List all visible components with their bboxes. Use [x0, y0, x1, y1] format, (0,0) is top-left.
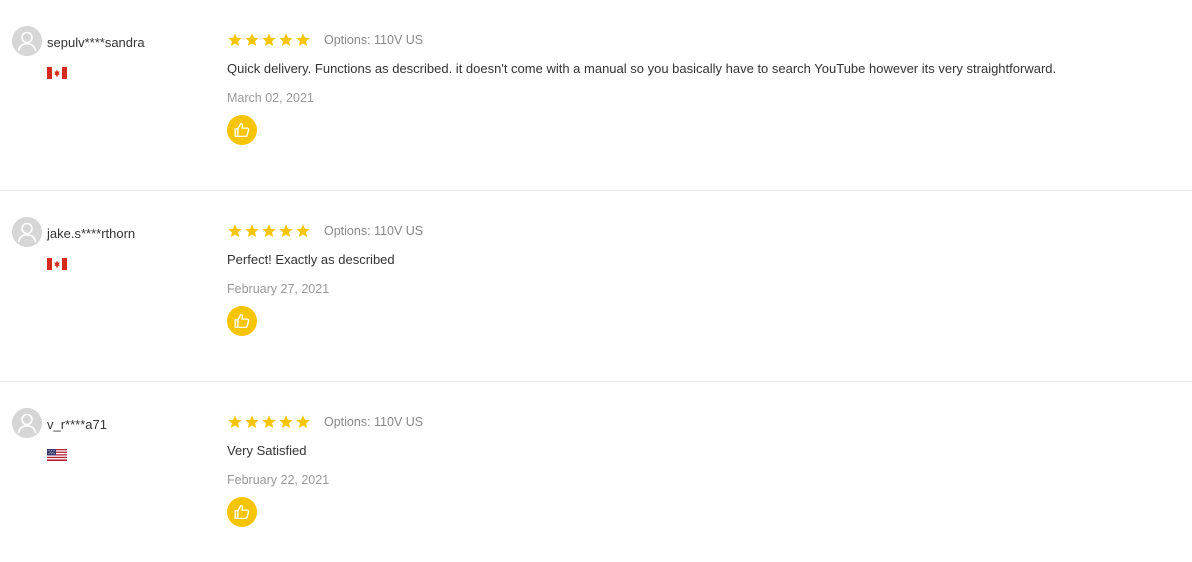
- star-rating: [227, 32, 311, 48]
- review-date: February 27, 2021: [227, 282, 330, 296]
- review-comment: Perfect! Exactly as described: [227, 252, 395, 267]
- review-item: sepulv****sandra Options: 110V US Quick: [0, 0, 1192, 191]
- star-icon: [279, 33, 293, 46]
- canada-flag-icon: [47, 67, 67, 79]
- reviewer-name: sepulv****sandra: [47, 35, 145, 50]
- review-item: jake.s****rthorn Options: 110V US Perfec…: [0, 191, 1192, 382]
- review-date: March 02, 2021: [227, 91, 314, 105]
- reviews-list: sepulv****sandra Options: 110V US Quick: [0, 0, 1192, 562]
- review-item: v_r****a71 Options: 110V US Very Satisfi…: [0, 382, 1192, 562]
- rating-row: Options: 110V US: [227, 31, 1172, 49]
- thumbs-up-icon: [234, 122, 250, 138]
- star-icon: [262, 33, 276, 46]
- thumbs-up-icon: [234, 504, 250, 520]
- star-icon: [262, 415, 276, 428]
- star-icon: [296, 33, 310, 46]
- default-user-icon: [12, 217, 42, 247]
- star-icon: [228, 33, 242, 46]
- review-comment: Quick delivery. Functions as described. …: [227, 61, 1057, 76]
- canada-flag-icon: [47, 258, 67, 270]
- like-button[interactable]: [227, 497, 257, 527]
- like-button[interactable]: [227, 306, 257, 336]
- review-options: Options: 110V US: [324, 224, 424, 238]
- rating-row: Options: 110V US: [227, 222, 1172, 240]
- like-button[interactable]: [227, 115, 257, 145]
- review-content: Options: 110V US Perfect! Exactly as des…: [227, 222, 1172, 336]
- reviewer-name: jake.s****rthorn: [47, 226, 136, 241]
- star-icon: [228, 415, 242, 428]
- star-icon: [279, 224, 293, 237]
- review-content: Options: 110V US Quick delivery. Functio…: [227, 31, 1172, 145]
- thumbs-up-icon: [234, 313, 250, 329]
- review-options: Options: 110V US: [324, 33, 424, 47]
- star-icon: [228, 224, 242, 237]
- reviewer-name: v_r****a71: [47, 417, 107, 432]
- review-content: Options: 110V US Very Satisfied February…: [227, 413, 1172, 527]
- star-icon: [296, 415, 310, 428]
- review-date: February 22, 2021: [227, 473, 330, 487]
- star-icon: [296, 224, 310, 237]
- usa-flag-icon: [47, 449, 67, 461]
- review-comment: Very Satisfied: [227, 443, 307, 458]
- star-icon: [279, 415, 293, 428]
- star-rating: [227, 414, 311, 430]
- default-user-icon: [12, 26, 42, 56]
- rating-row: Options: 110V US: [227, 413, 1172, 431]
- star-icon: [245, 415, 259, 428]
- star-icon: [245, 33, 259, 46]
- review-options: Options: 110V US: [324, 415, 424, 429]
- star-icon: [245, 224, 259, 237]
- star-icon: [262, 224, 276, 237]
- default-user-icon: [12, 408, 42, 438]
- star-rating: [227, 223, 311, 239]
